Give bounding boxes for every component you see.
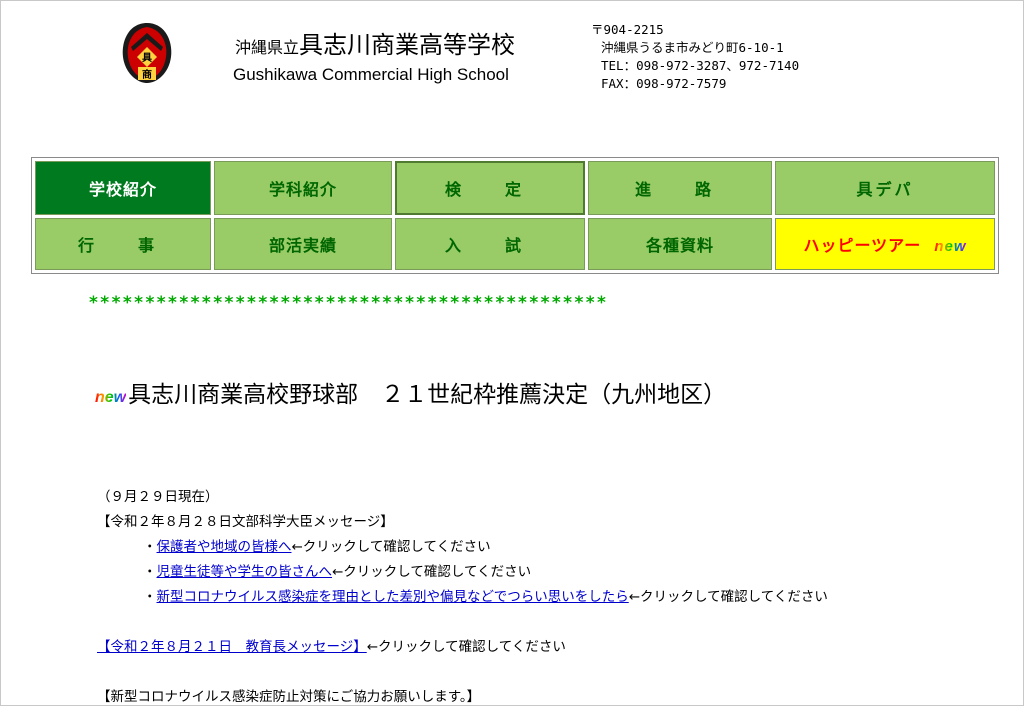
nav-admissions[interactable]: 入 試: [395, 218, 585, 270]
link-hint: ←クリックして確認してください: [366, 639, 566, 655]
school-name-en: Gushikawa Commercial High School: [233, 65, 509, 84]
bullet: ・: [143, 589, 157, 605]
nav-admissions-label: 入 試: [444, 236, 535, 255]
nav-gushi-depa-label: 具デパ: [856, 180, 914, 199]
nav-certification[interactable]: 検 定: [395, 161, 585, 215]
school-address: 〒904-2215 沖縄県うるま市みどり町6-10-1 TEL：098-972-…: [591, 21, 799, 93]
nav-career-label: 進 路: [634, 180, 725, 199]
school-name: 具志川商業高等学校: [299, 31, 516, 59]
minister-message-heading: 【令和２年８月２８日文部科学大臣メッセージ】: [97, 514, 394, 530]
nav-documents[interactable]: 各種資料: [588, 218, 772, 270]
nav-club-results[interactable]: 部活実績: [214, 218, 392, 270]
headline-text: 具志川商業高校野球部 ２１世紀枠推薦決定（九州地区）: [128, 382, 727, 408]
list-item: ・新型コロナウイルス感染症を理由とした差別や偏見などでつらい思いをしたら←クリッ…: [97, 585, 828, 610]
superintendent-message: 【令和２年８月２１日 教育長メッセージ】←クリックして確認してください: [97, 635, 828, 660]
new-badge-icon: new: [95, 389, 127, 406]
nav-events-label: 行 事: [77, 236, 168, 255]
nav-gushi-depa[interactable]: 具デパ: [775, 161, 995, 215]
phone-number: TEL：098-972-3287、972-7140: [601, 58, 800, 73]
bullet: ・: [143, 539, 157, 555]
bullet: ・: [143, 564, 157, 580]
nav-certification-label: 検 定: [444, 180, 535, 199]
list-item: ・保護者や地域の皆様へ←クリックして確認してください: [97, 535, 828, 560]
corona-prevention-heading: 【新型コロナウイルス感染症防止対策にご協力お願いします。】: [97, 689, 481, 705]
link-hint: ←クリックして確認してください: [332, 564, 532, 580]
link-superintendent-message[interactable]: 【令和２年８月２１日 教育長メッセージ】: [97, 639, 367, 655]
nav-events[interactable]: 行 事: [35, 218, 211, 270]
nav-school-intro[interactable]: 学校紹介: [35, 161, 211, 215]
nav-row-1: 学校紹介 学科紹介 検 定 進 路 具デパ: [35, 161, 995, 215]
emblem-char-top: 具: [141, 52, 152, 64]
emblem-char-bottom: 商: [142, 68, 152, 81]
nav-career[interactable]: 進 路: [588, 161, 772, 215]
main-content: （９月２９日現在） 【令和２年８月２８日文部科学大臣メッセージ】 ・保護者や地域…: [97, 485, 828, 705]
link-hint: ←クリックして確認してください: [628, 589, 828, 605]
street-address: 沖縄県うるま市みどり町6-10-1: [601, 40, 784, 55]
nav-row-2: 行 事 部活実績 入 試 各種資料 ハッピーツアー new: [35, 218, 995, 270]
school-emblem-icon[interactable]: 具 商: [117, 17, 177, 87]
nav-happy-tour-label: ハッピーツアー: [803, 236, 922, 255]
nav-happy-tour[interactable]: ハッピーツアー new: [775, 218, 995, 270]
link-discrimination-help[interactable]: 新型コロナウイルス感染症を理由とした差別や偏見などでつらい思いをしたら: [157, 589, 629, 605]
link-students[interactable]: 児童生徒等や学生の皆さんへ: [157, 564, 333, 580]
new-badge-icon: new: [934, 238, 967, 255]
school-name-jp: 沖縄県立具志川商業高等学校: [235, 25, 515, 60]
nav-departments[interactable]: 学科紹介: [214, 161, 392, 215]
link-parents-community[interactable]: 保護者や地域の皆様へ: [157, 539, 292, 555]
date-note: （９月２９日現在）: [97, 489, 219, 505]
news-headline[interactable]: new具志川商業高校野球部 ２１世紀枠推薦決定（九州地区）: [95, 375, 726, 409]
main-navigation: 学校紹介 学科紹介 検 定 進 路 具デパ 行 事 部活実績 入 試 各種資料 …: [31, 157, 999, 274]
fax-number: FAX：098-972-7579: [601, 76, 727, 91]
star-divider: ****************************************…: [89, 293, 609, 313]
page-frame: 具 商 沖縄県立具志川商業高等学校 Gushikawa Commercial H…: [0, 0, 1024, 706]
school-prefecture: 沖縄県立: [235, 38, 300, 57]
link-hint: ←クリックして確認してください: [291, 539, 491, 555]
postal-code: 〒904-2215: [591, 22, 664, 37]
list-item: ・児童生徒等や学生の皆さんへ←クリックして確認してください: [97, 560, 828, 585]
